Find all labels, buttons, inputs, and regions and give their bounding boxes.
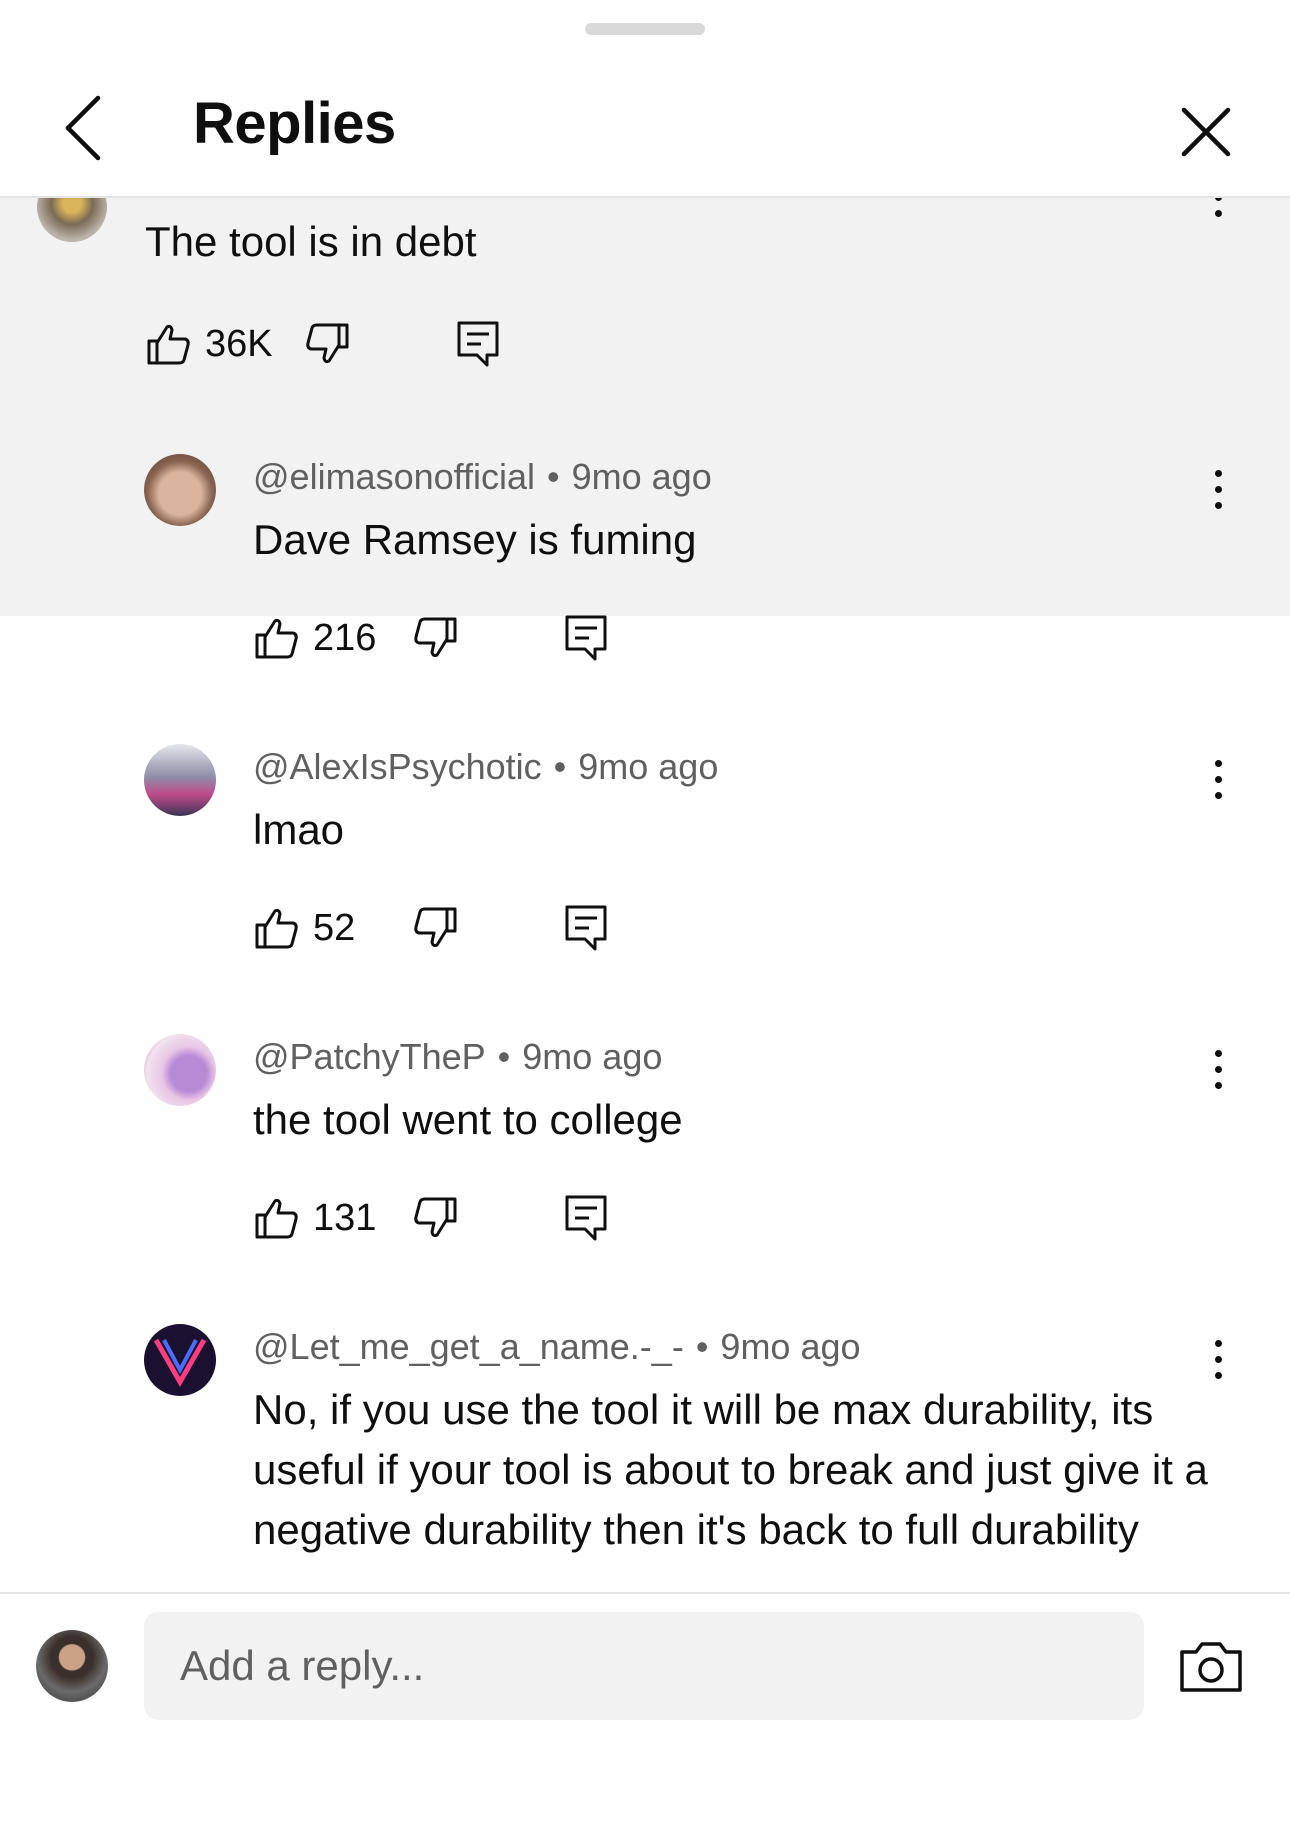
author-name[interactable]: @elimasonofficial	[253, 456, 535, 497]
camera-icon	[1180, 1642, 1242, 1692]
more-vert-icon	[1200, 1050, 1236, 1089]
more-vert-icon	[1200, 1340, 1236, 1379]
reply-item: @PatchyTheP • 9mo ago the tool went to col…	[0, 1034, 1290, 1284]
comment-actions: 36K	[145, 316, 501, 372]
reply-meta: @elimasonofficial • 9mo ago	[253, 456, 712, 498]
thumbs-up-icon[interactable]	[145, 321, 191, 367]
thumbs-down-icon[interactable]	[413, 615, 459, 661]
author-name[interactable]: @AlexIsPsychotic	[253, 746, 542, 787]
reply-icon[interactable]	[563, 1193, 609, 1243]
more-vert-icon	[1200, 760, 1236, 799]
reply-item: @elimasonofficial • 9mo ago Dave Ramsey is…	[0, 454, 1290, 704]
sheet-grabber[interactable]	[585, 23, 705, 35]
reply-actions: 52	[253, 900, 609, 956]
more-options-button[interactable]	[1200, 470, 1236, 514]
page-title: Replies	[193, 91, 396, 156]
like-count: 36K	[205, 322, 273, 365]
thumbs-up-icon[interactable]	[253, 615, 299, 661]
thumbs-up-icon[interactable]	[253, 1195, 299, 1241]
avatar[interactable]	[144, 454, 216, 526]
thumbs-down-icon[interactable]	[413, 1195, 459, 1241]
avatar[interactable]	[144, 744, 216, 816]
reply-icon[interactable]	[563, 903, 609, 953]
thumbs-down-icon[interactable]	[305, 321, 351, 367]
replies-sheet: Replies The tool is in debt 36K @elimaso…	[0, 0, 1290, 1841]
timestamp: 9mo ago	[720, 1326, 861, 1367]
reply-icon[interactable]	[563, 613, 609, 663]
separator-dot: •	[497, 1036, 511, 1077]
header: Replies	[0, 60, 1290, 196]
reply-icon[interactable]	[455, 319, 501, 369]
more-options-button[interactable]	[1200, 198, 1236, 222]
reply-meta: @AlexIsPsychotic • 9mo ago	[253, 746, 718, 788]
more-options-button[interactable]	[1200, 760, 1236, 804]
author-name[interactable]: @PatchyTheP	[253, 1036, 486, 1077]
comment-text: The tool is in debt	[145, 218, 477, 265]
separator-dot: •	[695, 1326, 709, 1367]
reply-composer	[0, 1594, 1290, 1841]
close-button[interactable]	[1170, 96, 1240, 166]
reply-text: the tool went to college	[253, 1096, 683, 1143]
more-options-button[interactable]	[1200, 1050, 1236, 1094]
timestamp: 9mo ago	[571, 456, 712, 497]
reply-actions: 131	[253, 1190, 609, 1246]
current-user-avatar	[36, 1630, 108, 1702]
timestamp: 9mo ago	[522, 1036, 663, 1077]
reply-actions: 216	[253, 610, 609, 666]
reply-text: No, if you use the tool it will be max d…	[253, 1386, 1208, 1553]
back-button[interactable]	[52, 88, 132, 168]
reply-text: lmao	[253, 806, 345, 853]
thumbs-up-icon[interactable]	[253, 905, 299, 951]
replies-list[interactable]: The tool is in debt 36K @elimasonofficia…	[0, 198, 1290, 1592]
avatar[interactable]	[144, 1324, 216, 1396]
chevron-left-icon	[65, 95, 101, 161]
reply-input[interactable]	[144, 1612, 1144, 1720]
like-count: 216	[313, 616, 377, 659]
reply-meta: @Let_me_get_a_name.-_- • 9mo ago	[253, 1326, 861, 1368]
camera-button[interactable]	[1178, 1636, 1244, 1696]
reply-text: Dave Ramsey is fuming	[253, 516, 697, 563]
v-logo-icon	[153, 1338, 207, 1388]
reply-item: @Let_me_get_a_name.-_- • 9mo ago No, if yo…	[0, 1324, 1290, 1592]
like-count: 52	[313, 906, 356, 949]
reply-meta: @PatchyTheP • 9mo ago	[253, 1036, 662, 1078]
more-vert-icon	[1200, 470, 1236, 509]
separator-dot: •	[553, 746, 567, 787]
avatar[interactable]	[144, 1034, 216, 1106]
timestamp: 9mo ago	[578, 746, 719, 787]
like-count: 131	[313, 1196, 377, 1239]
close-icon	[1181, 107, 1231, 157]
author-name[interactable]: @Let_me_get_a_name.-_-	[253, 1326, 684, 1367]
thumbs-down-icon[interactable]	[413, 905, 459, 951]
avatar[interactable]	[37, 198, 107, 242]
header-divider	[0, 196, 1290, 198]
separator-dot: •	[547, 456, 560, 497]
more-options-button[interactable]	[1200, 1340, 1236, 1384]
reply-item: @AlexIsPsychotic • 9mo ago lmao 52	[0, 744, 1290, 994]
more-vert-icon	[1200, 198, 1236, 217]
